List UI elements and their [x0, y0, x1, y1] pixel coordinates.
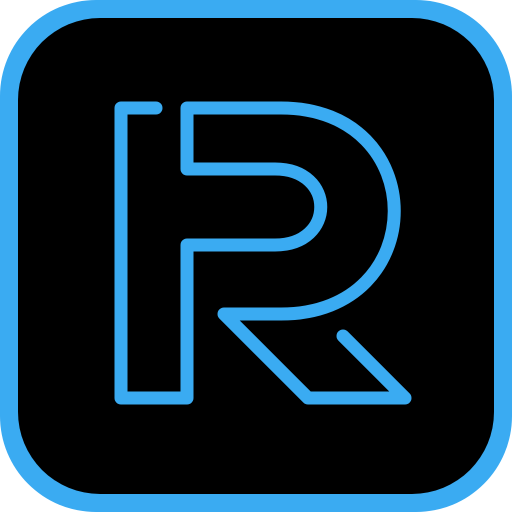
app-icon[interactable]: [0, 0, 512, 512]
icon-background: [18, 18, 494, 494]
r-letter-logo-icon: [0, 0, 512, 512]
